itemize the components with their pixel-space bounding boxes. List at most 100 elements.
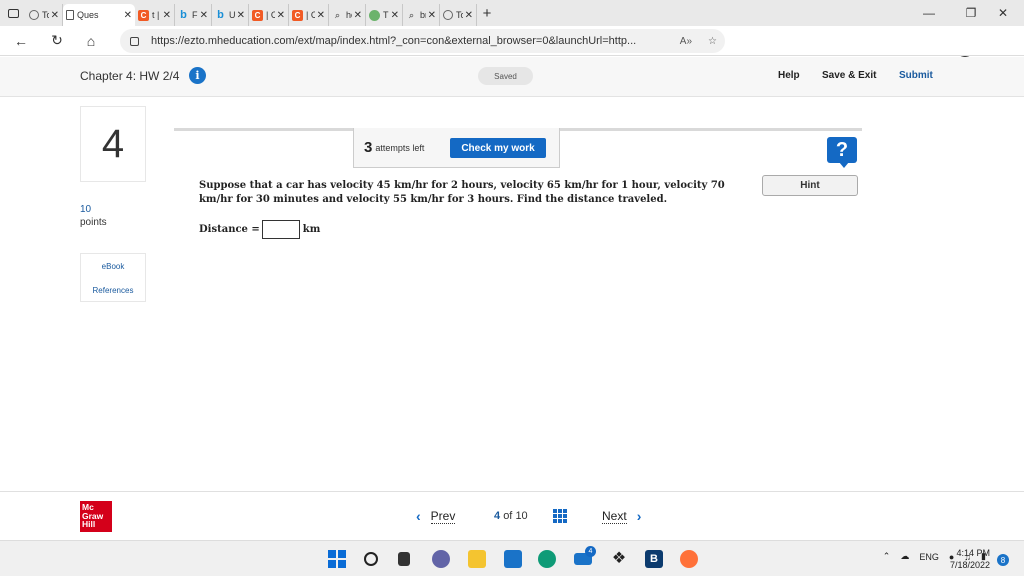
close-tab-icon[interactable]: ✕ <box>354 10 362 21</box>
saved-status-badge: Saved <box>478 67 533 85</box>
browser-tab[interactable]: b Find✕ <box>175 4 212 26</box>
tab-title: | Che <box>266 10 275 20</box>
new-tab-button[interactable]: + <box>477 2 497 24</box>
question-number: 4 <box>80 106 146 182</box>
chegg-icon: C <box>138 9 149 21</box>
globe-icon <box>29 10 39 20</box>
cloud-icon[interactable]: ☁ <box>900 551 909 562</box>
tab-title: Use c <box>229 10 235 20</box>
tab-title: Top F <box>42 10 49 20</box>
lock-icon <box>130 36 139 46</box>
chegg-icon: C <box>252 9 263 21</box>
url-field[interactable]: https://ezto.mheducation.com/ext/map/ind… <box>120 29 725 53</box>
answer-label: Distance = <box>199 224 260 235</box>
tab-actions-icon[interactable] <box>0 0 26 26</box>
task-view-icon[interactable] <box>398 552 410 566</box>
clock-date: 7/18/2022 <box>949 560 990 570</box>
browser-tab[interactable]: C| Che✕ <box>249 4 289 26</box>
attempts-count: 3 <box>364 139 373 156</box>
chevron-up-icon[interactable]: ⌃ <box>883 551 891 562</box>
hint-button[interactable]: Hint <box>762 175 858 196</box>
close-tab-icon[interactable]: ✕ <box>237 10 245 21</box>
browser-tab[interactable]: C| Che✕ <box>289 4 329 26</box>
mail-badge: 4 <box>585 546 596 557</box>
close-tab-icon[interactable]: ✕ <box>428 10 436 21</box>
answer-unit: km <box>302 224 321 235</box>
help-button[interactable]: Help <box>778 70 800 81</box>
tab-title: Ques <box>77 10 99 20</box>
browser-tab[interactable]: ⌕ bros✕ <box>403 4 440 26</box>
browser-tab[interactable]: Ques ✕ <box>63 4 135 26</box>
next-label: Next <box>602 508 627 524</box>
file-explorer-icon[interactable] <box>468 550 486 568</box>
question-position: 4 of 10 <box>494 510 528 522</box>
bing-icon: b <box>217 9 224 21</box>
address-bar-row: ← ↻ ⌂ https://ezto.mheducation.com/ext/m… <box>0 26 1024 76</box>
favorite-add-icon[interactable]: ☆ <box>708 36 717 47</box>
close-tab-icon[interactable]: ✕ <box>200 10 208 21</box>
notification-badge[interactable]: 8 <box>997 554 1009 566</box>
assignment-title: Chapter 4: HW 2/4 <box>80 69 180 83</box>
points-info: 10 points <box>80 203 107 229</box>
url-text: https://ezto.mheducation.com/ext/map/ind… <box>151 35 637 47</box>
close-tab-icon[interactable]: ✕ <box>317 10 325 21</box>
search-icon[interactable] <box>364 552 378 566</box>
close-tab-icon[interactable]: ✕ <box>465 10 473 21</box>
submit-button[interactable]: Submit <box>899 70 933 81</box>
tab-title: Find <box>192 10 198 20</box>
teams-chat-icon[interactable] <box>432 550 450 568</box>
save-exit-button[interactable]: Save & Exit <box>822 70 876 81</box>
minimize-icon[interactable]: — <box>908 0 950 26</box>
home-icon[interactable]: ⌂ <box>78 28 104 54</box>
browser-tab[interactable]: b Use c✕ <box>212 4 249 26</box>
windows-taskbar: 4 ❖ B ⌃ ☁ ENG ● ♫ ▮ 4:14 PM 7/18/2022 8 <box>0 540 1024 576</box>
dropbox-icon[interactable]: ❖ <box>610 550 628 568</box>
assignment-footer: Mc Graw Hill ‹ Prev 4 of 10 Next › <box>0 491 1024 539</box>
browser-tab[interactable]: Top F✕ <box>26 4 63 26</box>
tab-title: t | Ch <box>152 10 161 20</box>
points-value: 10 <box>80 204 92 215</box>
tab-title: how <box>346 10 352 20</box>
question-help-icon[interactable]: ? <box>827 137 857 168</box>
store-icon[interactable] <box>504 550 522 568</box>
close-tab-icon[interactable]: ✕ <box>163 10 171 21</box>
ebook-link[interactable]: eBook <box>81 254 145 278</box>
check-my-work-button[interactable]: Check my work <box>450 138 546 158</box>
clock-time: 4:14 PM <box>956 548 990 558</box>
start-icon[interactable] <box>328 550 346 568</box>
info-icon[interactable]: i <box>189 67 206 84</box>
browser-tab[interactable]: Ct | Ch✕ <box>135 4 175 26</box>
browser-tab-strip: Top F✕Ques✕Ct | Ch✕bFind✕bUse c✕C| Che✕C… <box>0 0 1024 26</box>
search-icon: ⌕ <box>408 9 415 20</box>
distance-input[interactable] <box>261 220 300 239</box>
edge-icon[interactable] <box>538 550 556 568</box>
close-tab-icon[interactable]: ✕ <box>277 10 285 21</box>
tab-title: bros <box>420 10 426 20</box>
browser-tab[interactable]: ⌕ how✕ <box>329 4 366 26</box>
points-label: points <box>80 217 107 228</box>
read-aloud-icon[interactable]: A» <box>680 36 692 47</box>
browser-tab[interactable]: The I✕ <box>366 4 403 26</box>
total-questions: 10 <box>515 510 528 522</box>
mcgraw-hill-logo: Mc Graw Hill <box>80 501 112 532</box>
refresh-icon[interactable]: ↻ <box>44 28 70 54</box>
chevron-right-icon: › <box>636 508 642 524</box>
close-tab-icon[interactable]: ✕ <box>391 10 399 21</box>
clock[interactable]: 4:14 PM 7/18/2022 <box>944 547 990 571</box>
chegg-icon: C <box>292 9 303 21</box>
language-indicator[interactable]: ENG <box>919 552 939 562</box>
search-icon: ⌕ <box>334 9 341 20</box>
firefox-icon[interactable] <box>680 550 698 568</box>
close-tab-icon[interactable]: ✕ <box>124 10 132 21</box>
references-link[interactable]: References <box>81 278 145 302</box>
close-tab-icon[interactable]: ✕ <box>51 10 59 21</box>
next-button[interactable]: Next › <box>602 508 641 524</box>
back-arrow-icon[interactable]: ← <box>8 28 34 54</box>
close-window-icon[interactable]: ✕ <box>982 0 1024 26</box>
browser-tab[interactable]: Top✕ <box>440 4 477 26</box>
b-app-icon[interactable]: B <box>645 550 663 568</box>
question-grid-icon[interactable] <box>553 509 568 523</box>
tab-title: Top <box>456 10 463 20</box>
prev-button[interactable]: ‹ Prev <box>416 508 456 524</box>
mail-icon[interactable]: 4 <box>574 546 596 565</box>
